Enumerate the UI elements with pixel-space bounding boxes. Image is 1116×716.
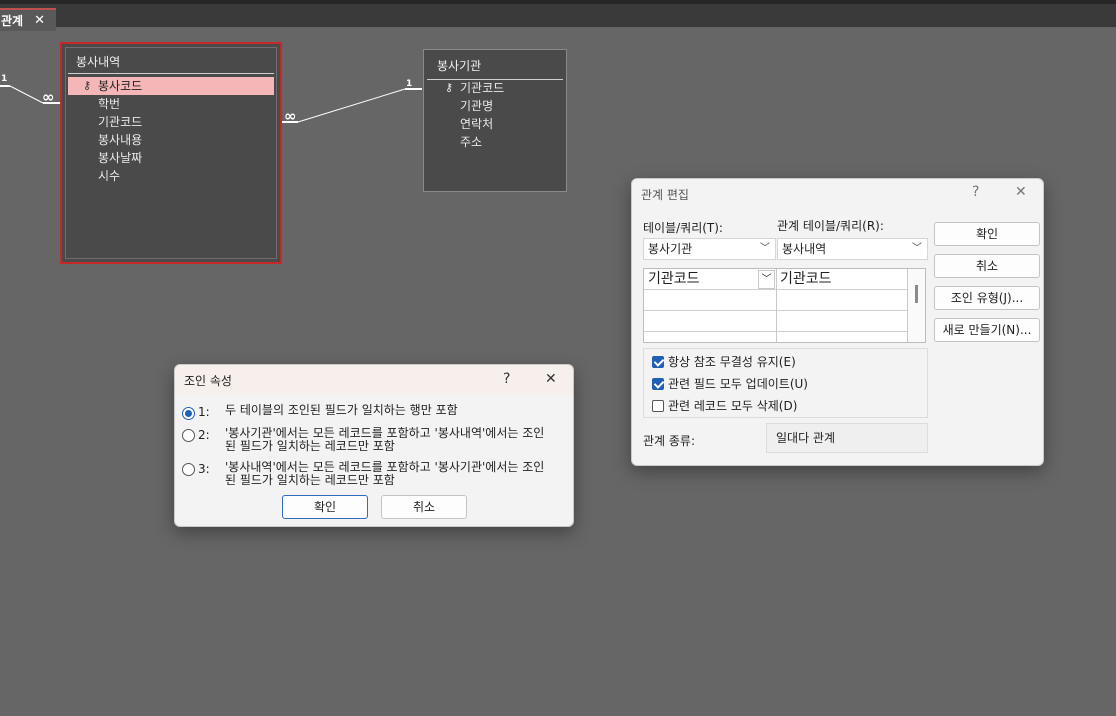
enforce-integrity-checkbox[interactable]: 항상 참조 무결성 유지(E)	[652, 353, 922, 371]
close-icon[interactable]: ✕	[1015, 184, 1027, 200]
dialog-title: 관계 편집	[641, 188, 689, 202]
scroll-thumb[interactable]	[915, 285, 918, 303]
field-item[interactable]: 학번	[68, 95, 274, 113]
field-item[interactable]: ⚷ 봉사코드	[68, 77, 274, 95]
field-label: 기관코드	[460, 81, 505, 95]
grid-scrollbar[interactable]	[907, 269, 925, 342]
dialog-title: 조인 속성	[184, 374, 232, 388]
option-text-line2: 된 필드가 일치하는 레코드만 포함	[225, 439, 395, 453]
chevron-down-icon: ﹀	[912, 243, 922, 254]
key-icon: ⚷	[445, 81, 454, 94]
field-item[interactable]: 시수	[68, 167, 274, 185]
table-title: 봉사내역	[76, 55, 121, 69]
relationship-line-main	[282, 88, 422, 123]
field-item[interactable]: 봉사내용	[68, 131, 274, 149]
option-number: 1:	[198, 405, 210, 419]
field-mapping-grid: 기관코드 ﹀ 기관코드	[643, 268, 926, 343]
ok-button[interactable]: 확인	[934, 222, 1040, 246]
many-label-main: ∞	[284, 107, 297, 125]
field-label: 주소	[460, 135, 483, 149]
field-item[interactable]: 기관코드	[68, 113, 274, 131]
table-query-value: 봉사기관	[648, 242, 693, 256]
radio-icon	[182, 463, 195, 476]
cancel-button[interactable]: 취소	[934, 254, 1040, 278]
table-query-label: 테이블/쿼리(T):	[643, 221, 723, 235]
option-number: 2:	[198, 428, 210, 442]
chevron-down-icon: ﹀	[760, 243, 770, 254]
field-label: 학번	[98, 97, 121, 111]
table-title: 봉사기관	[437, 59, 482, 73]
option-text-line2: 된 필드가 일치하는 레코드만 포함	[225, 473, 395, 487]
checkbox-icon	[652, 378, 664, 390]
join-option-3[interactable]: 3: '봉사내역'에서는 모든 레코드를 포함하고 '봉사기관'에서는 조인 된…	[182, 461, 572, 489]
field-list: ⚷ 봉사코드 학번 기관코드 봉사내용 봉사날짜 시수	[68, 77, 274, 185]
related-table-select[interactable]: 봉사내역 ﹀	[777, 238, 928, 260]
checkbox-label: 관련 레코드 모두 삭제(D)	[668, 399, 798, 413]
related-table-label: 관계 테이블/쿼리(R):	[777, 219, 884, 233]
table-query-select[interactable]: 봉사기관 ﹀	[643, 238, 776, 260]
checkbox-label: 관련 필드 모두 업데이트(U)	[668, 377, 808, 391]
cancel-button[interactable]: 취소	[381, 495, 467, 519]
relation-type-value: 일대다 관계	[766, 423, 928, 453]
cascade-delete-checkbox[interactable]: 관련 레코드 모두 삭제(D)	[652, 397, 922, 415]
radio-icon	[182, 407, 195, 420]
ok-button[interactable]: 확인	[282, 495, 368, 519]
option-number: 3:	[198, 462, 210, 476]
field-item[interactable]: 주소	[427, 133, 563, 151]
create-new-button[interactable]: 새로 만들기(N)...	[934, 318, 1040, 342]
one-label-left: 1	[1, 74, 7, 84]
key-icon: ⚷	[83, 79, 92, 92]
close-icon[interactable]: ✕	[545, 371, 557, 387]
left-field-cell[interactable]: 기관코드	[644, 269, 776, 290]
tab-relationships[interactable]: 관계 ✕	[0, 8, 56, 31]
field-item[interactable]: 기관명	[427, 97, 563, 115]
tab-label: 관계	[1, 14, 24, 28]
field-item[interactable]: 봉사날짜	[68, 149, 274, 167]
join-type-button[interactable]: 조인 유형(J)...	[934, 286, 1040, 310]
divider	[68, 73, 274, 74]
join-option-2[interactable]: 2: '봉사기관'에서는 모든 레코드를 포함하고 '봉사내역'에서는 조인 된…	[182, 427, 572, 455]
join-properties-dialog: 조인 속성 ? ✕ 1: 두 테이블의 조인된 필드가 일치하는 행만 포함 2…	[174, 364, 574, 527]
integrity-options: 항상 참조 무결성 유지(E) 관련 필드 모두 업데이트(U) 관련 레코드 …	[643, 348, 928, 418]
field-item[interactable]: ⚷ 기관코드	[427, 79, 563, 97]
checkbox-icon	[652, 356, 664, 368]
document-tab-strip: 관계 ✕	[0, 0, 1116, 31]
field-label: 봉사내용	[98, 133, 143, 147]
grid-divider	[776, 269, 777, 342]
field-label: 봉사코드	[98, 79, 143, 93]
one-label-main: 1	[406, 79, 412, 89]
help-icon[interactable]: ?	[972, 184, 979, 200]
chevron-down-icon[interactable]: ﹀	[758, 270, 775, 289]
many-label-left: ∞	[42, 88, 55, 106]
table-box-volunteer-agency[interactable]: 봉사기관 ⚷ 기관코드 기관명 연락처 주소	[423, 49, 567, 192]
field-list: ⚷ 기관코드 기관명 연락처 주소	[427, 79, 563, 151]
field-label: 기관명	[460, 99, 494, 113]
checkbox-label: 항상 참조 무결성 유지(E)	[668, 355, 796, 369]
field-label: 기관코드	[98, 115, 143, 129]
join-option-1[interactable]: 1: 두 테이블의 조인된 필드가 일치하는 행만 포함	[182, 403, 572, 420]
field-item[interactable]: 연락처	[427, 115, 563, 133]
related-table-value: 봉사내역	[782, 242, 827, 256]
relation-type-label: 관계 종류:	[643, 434, 696, 448]
field-label: 연락처	[460, 117, 494, 131]
close-icon[interactable]: ✕	[34, 13, 45, 28]
table-box-volunteer-records[interactable]: 봉사내역 ⚷ 봉사코드 학번 기관코드 봉사내용 봉사날짜 시수	[60, 42, 282, 264]
field-label: 봉사날짜	[98, 151, 143, 165]
field-label: 시수	[98, 169, 121, 183]
edit-relationships-dialog: 관계 편집 ? ✕ 테이블/쿼리(T): 관계 테이블/쿼리(R): 봉사기관 …	[631, 178, 1044, 466]
relationship-line-left	[0, 85, 60, 104]
right-field-cell[interactable]: 기관코드	[776, 269, 909, 290]
option-text: 두 테이블의 조인된 필드가 일치하는 행만 포함	[225, 403, 458, 417]
dialog-header	[175, 365, 573, 395]
cascade-update-checkbox[interactable]: 관련 필드 모두 업데이트(U)	[652, 375, 922, 393]
checkbox-icon	[652, 400, 664, 412]
radio-icon	[182, 429, 195, 442]
help-icon[interactable]: ?	[503, 371, 510, 387]
